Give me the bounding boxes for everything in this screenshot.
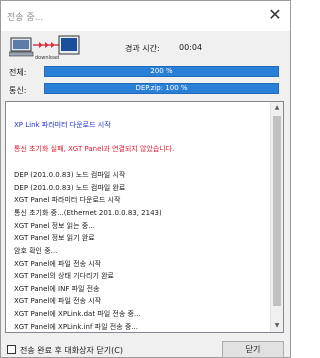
scroll-up-icon[interactable]: ▲ <box>271 102 283 114</box>
log-line: XP Link 파라미터 다운로드 시작 <box>14 121 111 129</box>
log-panel[interactable]: XP Link 파라미터 다운로드 시작통신 초기화 실패, XGT Panel… <box>5 101 284 333</box>
scroll-down-icon[interactable]: ▼ <box>271 320 283 332</box>
overall-progress-bar: 200 % <box>44 66 279 77</box>
close-button[interactable]: 닫기 <box>222 341 284 358</box>
elapsed-value: 00:04 <box>179 43 203 52</box>
close-icon[interactable]: ✕ <box>260 1 290 31</box>
overall-progress-text: 200 % <box>150 67 173 75</box>
log-scrollbar[interactable]: ▲ ▼ <box>270 102 283 332</box>
log-line: XGT Panel 정보 읽기 완료 <box>14 234 95 242</box>
log-line: XGT Panel의 상태 기다리기 완료 <box>14 272 114 280</box>
close-on-complete-checkbox[interactable] <box>7 345 16 354</box>
log-list: XP Link 파라미터 다운로드 시작통신 초기화 실패, XGT Panel… <box>14 102 264 332</box>
scroll-thumb[interactable] <box>273 116 281 306</box>
elapsed-label: 경과 시간: <box>125 44 160 53</box>
log-line: DEP (201.0.0.83) 노드 컴파일 시작 <box>14 171 126 179</box>
comm-progress-text: DEP.zip: 100 % <box>135 84 188 92</box>
window-title: 전송 중... <box>7 13 44 23</box>
title-bar: 전송 중... ✕ <box>1 1 290 31</box>
log-line: DEP (201.0.0.83) 노드 컴파일 완료 <box>14 184 126 192</box>
log-line: XGT Panel에 XPLink.dat 파일 전송 중... <box>14 310 141 318</box>
overall-label: 전체: <box>9 68 27 77</box>
log-line: 암호 확인 중... <box>14 247 58 255</box>
transfer-dialog: 전송 중... ✕ download 경과 시간: 00:04 전체: 200 … <box>0 0 291 358</box>
comm-progress-bar: DEP.zip: 100 % <box>44 83 279 94</box>
log-line: XGT Panel 정보 읽는 중... <box>14 222 95 230</box>
comm-label: 통신: <box>9 86 27 95</box>
log-line: XGT Panel에 INF 파일 전송 <box>14 285 100 293</box>
log-line: 통신 초기화 중...(Ethernet 201.0.0.83, 2143) <box>14 209 162 217</box>
transfer-icon: download <box>9 35 80 61</box>
log-line: 통신 초기화 실패, XGT Panel과 연결되지 않았습니다. <box>14 145 175 153</box>
log-line: XGT Panel에 파일 전송 시작 <box>14 297 102 305</box>
log-line: XGT Panel에 XPLink.inf 파일 전송 중... <box>14 323 138 331</box>
close-on-complete-label[interactable]: 전송 완료 후 대화상자 닫기(C) <box>20 345 123 356</box>
log-line: XGT Panel에 파일 전송 시작 <box>14 260 102 268</box>
icon-caption: download <box>35 55 59 61</box>
log-line: XGT Panel 파라미터 다운로드 시작 <box>14 196 121 204</box>
